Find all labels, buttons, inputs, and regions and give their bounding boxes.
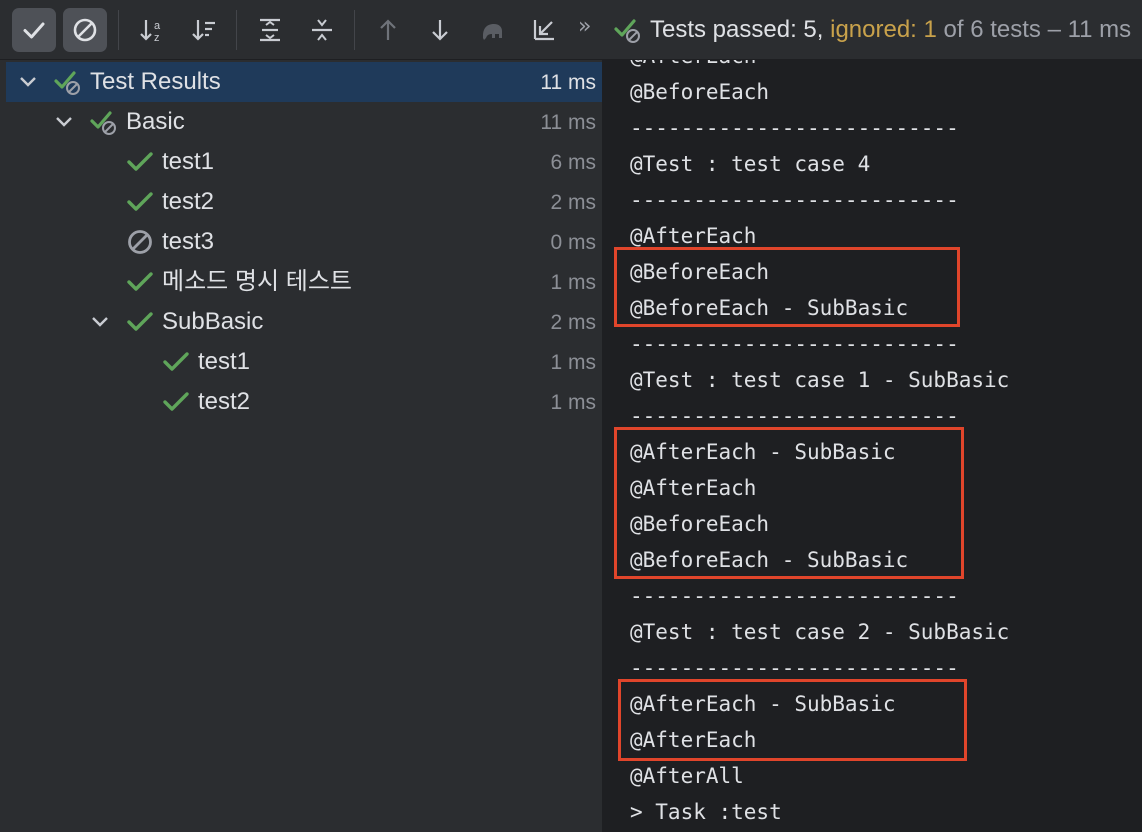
tree-row-duration: 1 ms: [550, 271, 596, 294]
tree-row-duration: 11 ms: [540, 111, 596, 134]
expand-all-button[interactable]: [248, 8, 292, 52]
tree-row-test[interactable]: test2 1 ms: [6, 382, 602, 422]
import-tests-button[interactable]: [470, 8, 514, 52]
toolbar-separator: [354, 10, 355, 50]
tree-row-label: Basic: [126, 108, 185, 135]
tree-row-basic[interactable]: Basic 11 ms: [6, 102, 602, 142]
tree-row-duration: 6 ms: [550, 151, 596, 174]
highlight-box: [618, 679, 967, 761]
collapse-all-button[interactable]: [300, 8, 344, 52]
tree-row-test[interactable]: test2 2 ms: [6, 182, 602, 222]
arrow-down-icon: [432, 20, 448, 41]
highlight-box: [614, 427, 964, 579]
passed-with-ignored-icon: [54, 71, 80, 95]
toolbar-separator: [236, 10, 237, 50]
tree-row-label: 메소드 명시 테스트: [162, 268, 352, 295]
console-line: --------------------------: [630, 188, 959, 212]
tree-row-test[interactable]: test1 6 ms: [6, 142, 602, 182]
collapse-all-icon: [312, 19, 332, 41]
passed-with-ignored-icon: [614, 19, 640, 43]
chevron-down-icon[interactable]: [52, 110, 76, 134]
passed-with-ignored-icon: [90, 111, 116, 135]
ignored-icon: [73, 18, 97, 42]
status-ignored-text: ignored: 1: [830, 16, 937, 43]
tree-row-test[interactable]: test1 1 ms: [6, 342, 602, 382]
tree-row-test[interactable]: 메소드 명시 테스트 1 ms: [6, 262, 602, 302]
toolbar-separator: [118, 10, 119, 50]
tree-row-duration: 2 ms: [550, 191, 596, 214]
chevron-down-icon[interactable]: [88, 310, 112, 334]
tree-row-duration: 0 ms: [550, 231, 596, 254]
test-results-tree: Test Results 11 ms Basic 11 ms test1 6 m…: [0, 60, 602, 832]
chevron-down-icon[interactable]: [16, 70, 40, 94]
svg-text:a: a: [154, 20, 161, 32]
tree-row-label: SubBasic: [162, 308, 264, 335]
passed-check-icon: [163, 352, 189, 371]
next-failed-button[interactable]: [418, 8, 462, 52]
console-line: --------------------------: [630, 116, 959, 140]
test-runner-toolbar: az » Tests passed: 5, ignored: 1 of 6 te…: [0, 0, 1142, 60]
console-line: --------------------------: [630, 332, 959, 356]
expand-all-icon: [260, 18, 280, 42]
tree-row-test-results[interactable]: Test Results 11 ms: [6, 62, 602, 102]
tree-row-label: test1: [198, 348, 251, 375]
more-actions-button[interactable]: »: [578, 14, 591, 39]
tree-row-subbasic[interactable]: SubBasic 2 ms: [6, 302, 602, 342]
test-status-summary: Tests passed: 5, ignored: 1 of 6 tests –…: [614, 14, 1142, 46]
previous-failed-button[interactable]: [366, 8, 410, 52]
console-line: @Test : test case 2 - SubBasic: [630, 620, 1010, 644]
checkmark-icon: [23, 22, 45, 39]
passed-check-icon: [127, 152, 153, 171]
passed-check-icon: [163, 392, 189, 411]
sort-alpha-icon: az: [140, 20, 161, 44]
svg-text:z: z: [154, 32, 160, 44]
console-line: @AfterEach: [630, 60, 756, 74]
console-line: @Test : test case 1 - SubBasic: [630, 368, 1010, 392]
tree-row-test[interactable]: test3 0 ms: [6, 222, 602, 262]
console-line: @BeforeEach: [630, 80, 770, 104]
sort-by-duration-button[interactable]: [182, 8, 226, 52]
highlight-box: [614, 247, 960, 327]
tree-row-label: test2: [162, 188, 215, 215]
passed-check-icon: [127, 272, 153, 291]
export-tests-button[interactable]: [522, 8, 566, 52]
tree-row-duration: 1 ms: [550, 351, 596, 374]
show-ignored-button[interactable]: [63, 8, 107, 52]
tree-row-label: test1: [162, 148, 215, 175]
tree-row-duration: 2 ms: [550, 311, 596, 334]
console-output[interactable]: @AfterEach @BeforeEach -----------------…: [608, 60, 1142, 832]
sort-duration-icon: [192, 20, 215, 41]
tree-row-label: test2: [198, 388, 251, 415]
tree-row-duration: 1 ms: [550, 391, 596, 414]
show-passed-button[interactable]: [12, 8, 56, 52]
elephant-icon: [483, 24, 502, 40]
status-total-text: of 6 tests – 11 ms: [943, 16, 1132, 43]
arrow-up-icon: [380, 19, 396, 40]
passed-check-icon: [127, 312, 153, 331]
tree-row-duration: 11 ms: [540, 71, 596, 94]
tree-row-label: test3: [162, 228, 215, 255]
ignored-icon: [128, 230, 152, 254]
console-line: --------------------------: [630, 584, 959, 608]
console-line: @AfterAll: [630, 764, 744, 788]
sort-alphabetically-button[interactable]: az: [130, 8, 174, 52]
status-passed-text: Tests passed: 5,: [650, 16, 824, 43]
console-line: > Task :test: [630, 800, 782, 824]
export-arrow-icon: [533, 20, 554, 41]
passed-check-icon: [127, 192, 153, 211]
tree-row-label: Test Results: [90, 68, 221, 95]
console-line: @Test : test case 4: [630, 152, 871, 176]
